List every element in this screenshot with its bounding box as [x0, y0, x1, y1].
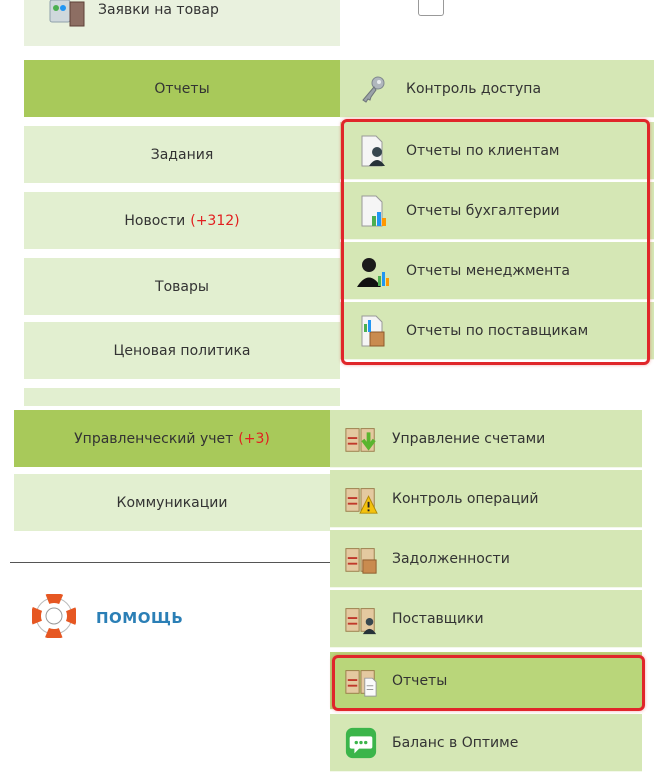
submenu-item-debts[interactable]: Задолженности: [330, 530, 642, 588]
submenu-item-label: Контроль доступа: [406, 80, 542, 97]
orders-icon: [48, 0, 88, 32]
menu-item-products[interactable]: Товары: [24, 258, 340, 316]
menu-item-pricing-policy[interactable]: Ценовая политика: [24, 322, 340, 380]
menu-item-label: Новости: [124, 212, 186, 229]
menu-item-label: Отчеты: [154, 80, 210, 97]
operations-control-icon: [344, 482, 378, 516]
submenu-item-label: Баланс в Оптиме: [392, 734, 519, 751]
lifebuoy-icon: [30, 593, 77, 642]
accounting-count-badge: (+3): [238, 430, 270, 447]
debts-icon: [344, 542, 378, 576]
submenu-item-accounts-management[interactable]: Управление счетами: [330, 410, 642, 468]
suppliers-icon: [344, 602, 378, 636]
menu-item-communications[interactable]: Коммуникации: [14, 474, 330, 532]
submenu-item-suppliers[interactable]: Поставщики: [330, 590, 642, 648]
help-label: ПОМОЩЬ: [96, 609, 184, 627]
menu-item-tasks[interactable]: Задания: [24, 126, 340, 184]
menu-item-news[interactable]: Новости (+312): [24, 192, 340, 250]
menu-item-label: Управленческий учет: [74, 430, 234, 447]
menu-item-label: Задания: [150, 146, 214, 163]
divider: [10, 562, 330, 563]
menu-item-reports[interactable]: Отчеты: [24, 60, 340, 118]
menu-item-label: Ценовая политика: [113, 342, 251, 359]
menu-item-management-accounting[interactable]: Управленческий учет (+3): [14, 410, 330, 468]
top-menu-item-orders[interactable]: Заявки на товар: [24, 0, 340, 46]
submenu-item-label: Поставщики: [392, 610, 484, 627]
reports-item-highlight-frame: [332, 655, 645, 711]
submenu-item-operations-control[interactable]: Контроль операций: [330, 470, 642, 528]
menu-item-partial: [24, 388, 340, 406]
submenu-item-access-control[interactable]: Контроль доступа: [340, 60, 654, 118]
top-menu-item-label: Заявки на товар: [98, 2, 219, 18]
chat-balance-icon: [344, 726, 378, 760]
submenu-item-optima-balance[interactable]: Баланс в Оптиме: [330, 714, 642, 772]
menu-item-label: Товары: [155, 278, 209, 295]
key-icon: [356, 72, 390, 106]
submenu-item-label: Управление счетами: [392, 430, 546, 447]
help-link[interactable]: ПОМОЩЬ: [30, 593, 232, 642]
submenu-item-label: Контроль операций: [392, 490, 539, 507]
top-partial-icon-right: [418, 0, 444, 16]
reports-highlight-frame: [341, 119, 650, 365]
submenu-item-label: Задолженности: [392, 550, 510, 567]
accounts-management-icon: [344, 422, 378, 456]
news-count-badge: (+312): [190, 212, 240, 229]
menu-item-label: Коммуникации: [116, 494, 228, 511]
